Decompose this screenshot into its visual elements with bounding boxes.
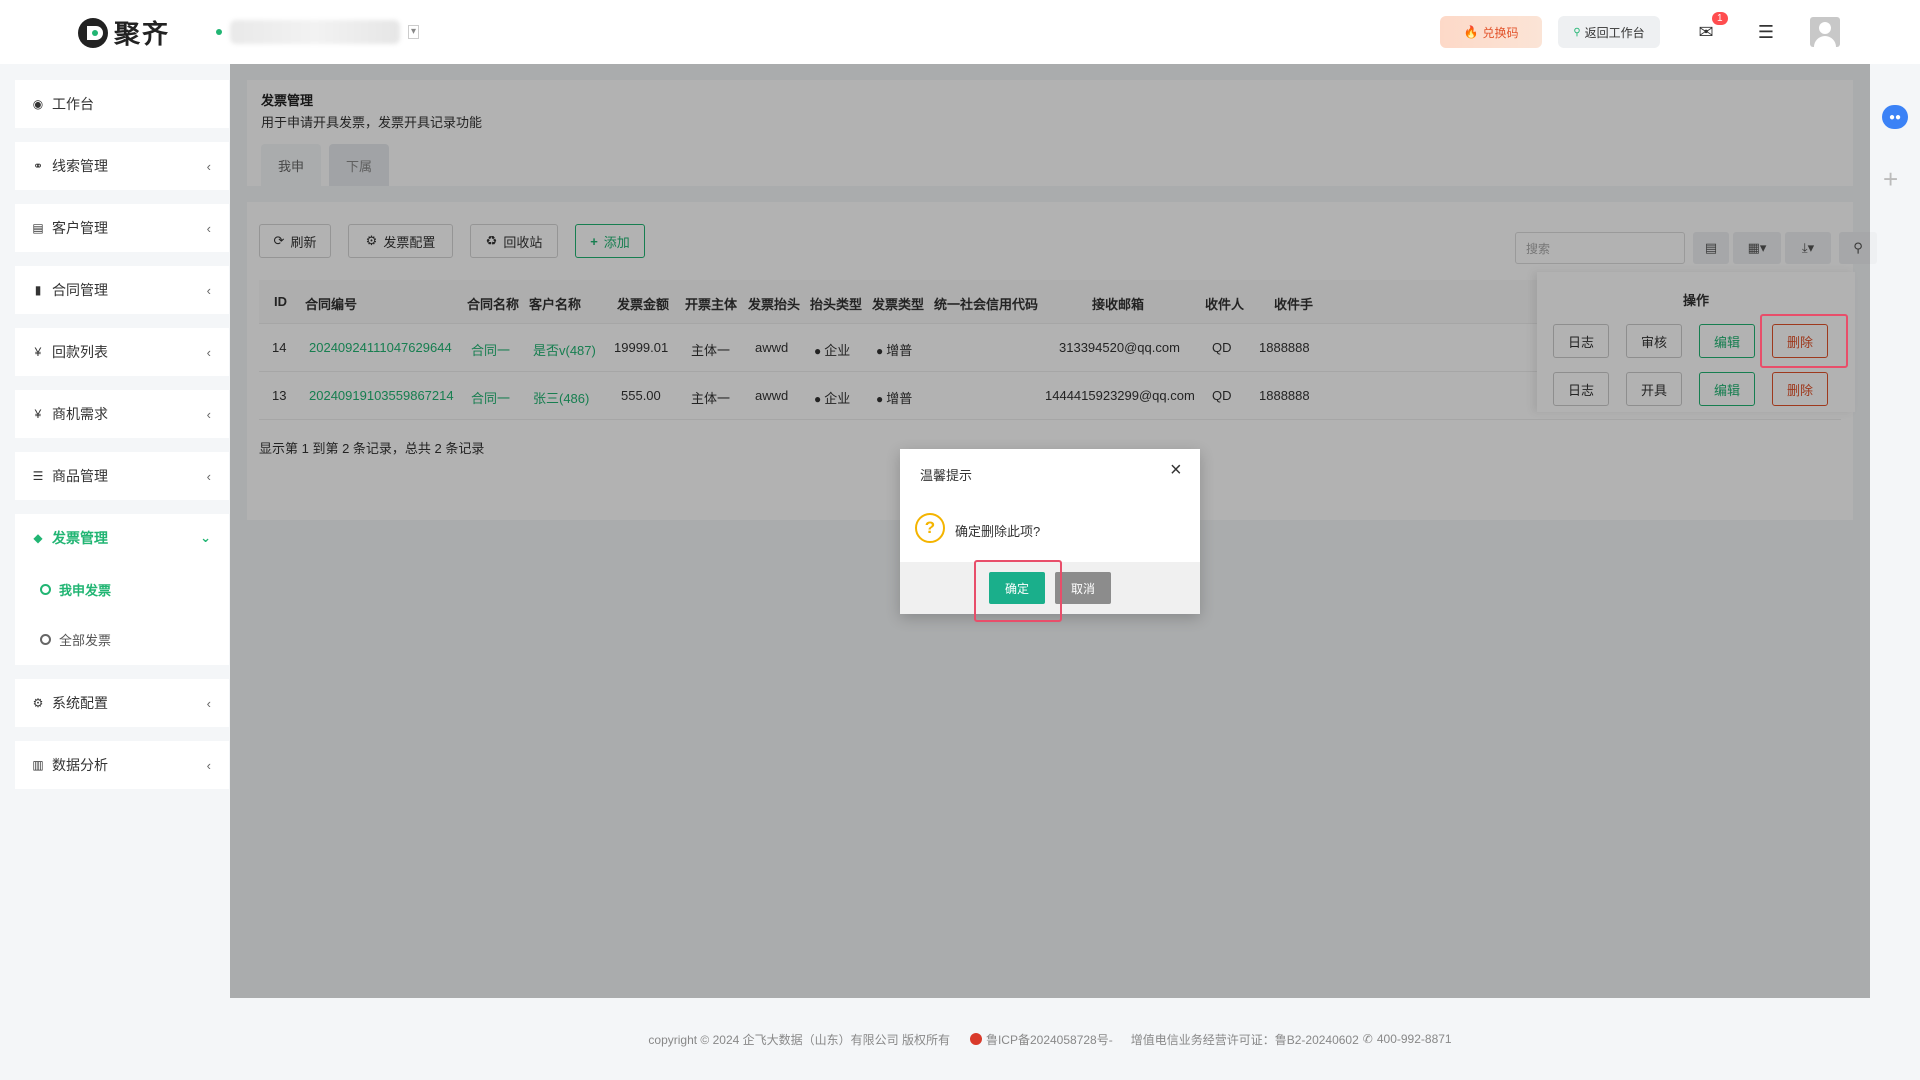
redeem-code-label: 兑换码 bbox=[1482, 25, 1519, 40]
sidebar-item-label: 工作台 bbox=[52, 96, 94, 112]
phone-icon: ✆ bbox=[1362, 1032, 1373, 1046]
chevron-left-icon: ‹ bbox=[206, 344, 211, 360]
sidebar-item-system-config[interactable]: ⚙ 系统配置 ‹ bbox=[15, 679, 229, 727]
sidebar-item-customers[interactable]: ▤ 客户管理 ‹ bbox=[15, 204, 229, 252]
submenu-all-invoices[interactable]: 全部发票 bbox=[40, 630, 111, 649]
back-to-workbench-label: 返回工作台 bbox=[1584, 25, 1645, 40]
sidebar-item-label: 合同管理 bbox=[52, 282, 108, 298]
invoice-submenu: 我申发票 全部发票 bbox=[15, 562, 229, 665]
fire-icon: 🔥 bbox=[1463, 25, 1479, 39]
dashboard-icon: ◉ bbox=[32, 97, 44, 111]
sidebar-item-label: 数据分析 bbox=[52, 757, 108, 773]
tenant-selector[interactable]: ▾ bbox=[216, 20, 420, 44]
gears-icon: ⚙ bbox=[32, 696, 44, 710]
cancel-button[interactable]: 取消 bbox=[1055, 572, 1111, 604]
circle-icon bbox=[40, 584, 51, 595]
chat-bubble-icon[interactable]: ●● bbox=[1882, 105, 1908, 129]
chevron-left-icon: ‹ bbox=[206, 220, 211, 236]
sidebar-item-analytics[interactable]: ▥ 数据分析 ‹ bbox=[15, 741, 229, 789]
yen-icon: ¥ bbox=[34, 407, 42, 421]
chevron-left-icon: ‹ bbox=[206, 695, 211, 711]
chevron-left-icon: ‹ bbox=[206, 282, 211, 298]
list-icon: ☰ bbox=[32, 469, 44, 483]
logo-icon bbox=[78, 17, 108, 48]
back-to-workbench-button[interactable]: ⚲ 返回工作台 bbox=[1558, 16, 1660, 48]
chevron-down-icon: ⌄ bbox=[200, 530, 211, 545]
sidebar-item-label: 商品管理 bbox=[52, 468, 108, 484]
sidebar-item-label: 回款列表 bbox=[52, 344, 108, 360]
avatar[interactable] bbox=[1810, 17, 1840, 47]
ticket-icon: ◆ bbox=[33, 531, 43, 545]
sidebar: ◉ 工作台 ⚭ 线索管理 ‹ ▤ 客户管理 ‹ ▮ 合同管理 ‹ ¥ 回款列表 … bbox=[0, 64, 230, 1080]
sidebar-item-label: 发票管理 bbox=[52, 530, 108, 546]
dialog-title: 温馨提示 bbox=[920, 468, 973, 483]
caret-down-icon[interactable]: ▾ bbox=[408, 25, 420, 39]
tenant-name-blurred bbox=[230, 20, 400, 44]
chevron-left-icon: ‹ bbox=[206, 757, 211, 773]
plus-icon[interactable]: + bbox=[1883, 166, 1898, 192]
close-icon[interactable]: × bbox=[1170, 459, 1182, 482]
sidebar-item-contracts[interactable]: ▮ 合同管理 ‹ bbox=[15, 266, 229, 314]
submenu-label: 全部发票 bbox=[59, 633, 112, 648]
mail-badge: 1 bbox=[1712, 12, 1728, 25]
sidebar-item-label: 系统配置 bbox=[52, 695, 108, 711]
delete-button-highlight bbox=[1760, 314, 1848, 368]
yen-icon: ¥ bbox=[34, 345, 42, 359]
sidebar-item-opportunities[interactable]: ¥ 商机需求 ‹ bbox=[15, 390, 229, 438]
submenu-my-invoices[interactable]: 我申发票 bbox=[40, 580, 111, 599]
chevron-left-icon: ‹ bbox=[206, 468, 211, 484]
footer-license: 增值电信业务经营许可证：鲁B2-20240602 bbox=[1130, 1032, 1359, 1047]
sidebar-item-label: 商机需求 bbox=[52, 406, 108, 422]
search-icon: ⚲ bbox=[1573, 26, 1581, 38]
status-dot-icon bbox=[216, 29, 222, 35]
link-icon: ⚭ bbox=[32, 159, 44, 173]
id-card-icon: ▤ bbox=[32, 221, 44, 235]
chevron-left-icon: ‹ bbox=[206, 406, 211, 422]
footer: copyright © 2024 企飞大数据（山东）有限公司 版权所有 鲁ICP… bbox=[230, 998, 1870, 1080]
sidebar-item-payments[interactable]: ¥ 回款列表 ‹ bbox=[15, 328, 229, 376]
sidebar-item-label: 线索管理 bbox=[52, 158, 108, 174]
bookmark-icon: ▮ bbox=[34, 283, 42, 297]
question-icon: ? bbox=[915, 513, 945, 543]
footer-copyright: copyright © 2024 企飞大数据（山东）有限公司 版权所有 bbox=[648, 1032, 950, 1047]
menu-icon[interactable]: ☰ bbox=[1752, 18, 1780, 46]
sidebar-item-workbench[interactable]: ◉ 工作台 bbox=[15, 80, 229, 128]
dialog-message: 确定删除此项? bbox=[955, 524, 1041, 539]
redeem-code-button[interactable]: 🔥 兑换码 bbox=[1440, 16, 1542, 48]
circle-icon bbox=[40, 634, 51, 645]
sidebar-item-invoices[interactable]: ◆ 发票管理 ⌄ bbox=[15, 514, 229, 562]
confirm-button-highlight bbox=[974, 560, 1062, 622]
footer-phone: 400-992-8871 bbox=[1376, 1032, 1452, 1046]
top-bar: 聚齐 ▾ 🔥 兑换码 ⚲ 返回工作台 ✉ 1 ☰ bbox=[0, 0, 1920, 64]
sidebar-item-label: 客户管理 bbox=[52, 220, 108, 236]
sidebar-item-leads[interactable]: ⚭ 线索管理 ‹ bbox=[15, 142, 229, 190]
bar-chart-icon: ▥ bbox=[32, 758, 44, 772]
submenu-label: 我申发票 bbox=[59, 583, 112, 598]
footer-icp-link[interactable]: 鲁ICP备2024058728号- bbox=[986, 1031, 1113, 1048]
logo-text: 聚齐 bbox=[114, 19, 171, 49]
chevron-left-icon: ‹ bbox=[206, 158, 211, 174]
police-badge-icon bbox=[969, 1033, 982, 1045]
sidebar-item-products[interactable]: ☰ 商品管理 ‹ bbox=[15, 452, 229, 500]
logo[interactable]: 聚齐 bbox=[78, 14, 170, 51]
